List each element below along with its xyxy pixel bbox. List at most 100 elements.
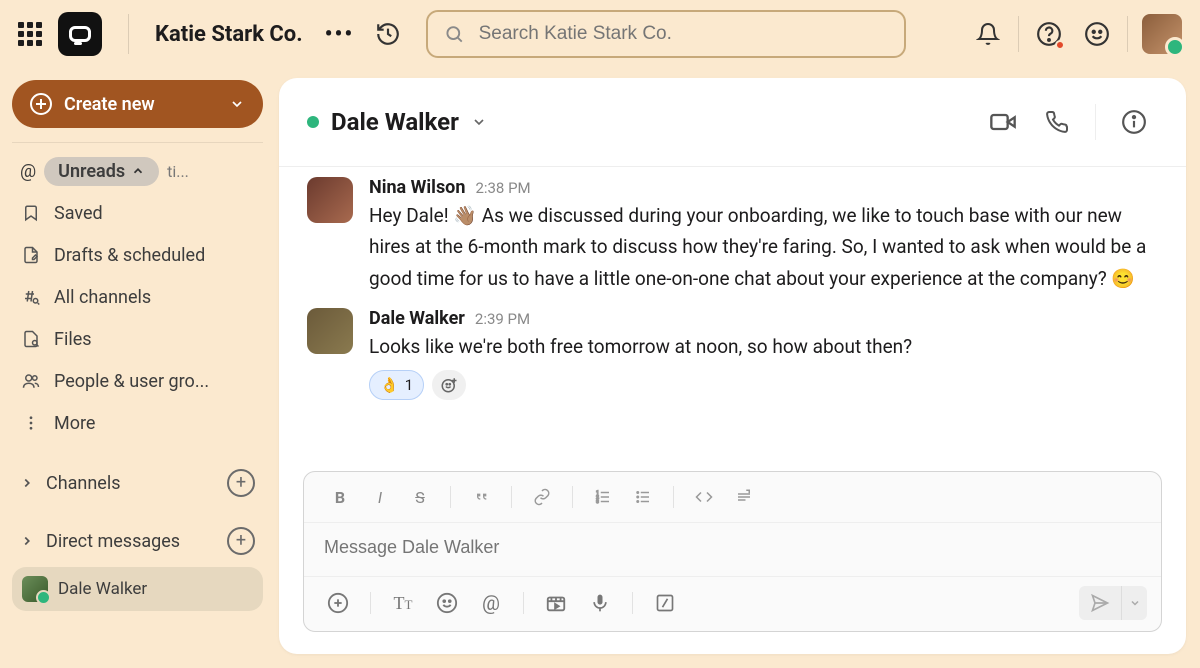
message-author[interactable]: Dale Walker bbox=[369, 308, 465, 329]
nav-label: All channels bbox=[54, 287, 151, 308]
link-button[interactable] bbox=[524, 482, 560, 512]
chat-actions bbox=[979, 98, 1158, 146]
workspace-menu-button[interactable]: ••• bbox=[325, 22, 355, 47]
bullet-list-button[interactable] bbox=[625, 482, 661, 512]
text-icon: TT bbox=[394, 593, 413, 614]
more-icon bbox=[20, 414, 42, 432]
reaction-count: 1 bbox=[405, 376, 413, 394]
dm-avatar bbox=[22, 576, 48, 602]
info-button[interactable] bbox=[1110, 98, 1158, 146]
composer-input-area[interactable] bbox=[304, 523, 1161, 576]
code-button[interactable] bbox=[686, 482, 722, 512]
ordered-list-button[interactable]: 123 bbox=[585, 482, 621, 512]
unreads-label: Unreads bbox=[58, 161, 125, 182]
divider bbox=[450, 486, 451, 508]
sidebar-item-drafts[interactable]: Drafts & scheduled bbox=[12, 235, 263, 275]
sidebar-item-all-channels[interactable]: All channels bbox=[12, 277, 263, 317]
dm-item-active[interactable]: Dale Walker bbox=[12, 567, 263, 611]
quote-icon bbox=[473, 489, 489, 505]
mention-button[interactable]: @ bbox=[471, 585, 511, 621]
message-author[interactable]: Nina Wilson bbox=[369, 177, 465, 198]
chevron-right-icon bbox=[20, 476, 36, 490]
history-icon[interactable] bbox=[370, 16, 406, 52]
message-avatar[interactable] bbox=[307, 308, 353, 354]
attach-toolbar: TT @ bbox=[304, 576, 1161, 631]
reaction-chip[interactable]: 👌 1 bbox=[369, 370, 424, 400]
strike-button[interactable]: S bbox=[402, 482, 438, 512]
bold-button[interactable]: B bbox=[322, 482, 358, 512]
send-button[interactable] bbox=[1079, 586, 1121, 620]
emoji-status-button[interactable] bbox=[1073, 10, 1121, 58]
nav-label: People & user gro... bbox=[54, 371, 209, 392]
topbar-right bbox=[964, 10, 1182, 58]
slash-box-icon bbox=[655, 593, 675, 613]
sidebar-item-more[interactable]: More bbox=[12, 403, 263, 443]
phone-call-button[interactable] bbox=[1033, 98, 1081, 146]
video-call-button[interactable] bbox=[979, 98, 1027, 146]
add-channel-button[interactable]: + bbox=[227, 469, 255, 497]
message-composer: B I S 123 TT @ bbox=[303, 471, 1162, 632]
smile-plus-icon bbox=[440, 376, 458, 394]
chat-title[interactable]: Dale Walker bbox=[331, 108, 459, 136]
reactions-bar: 👌 1 bbox=[369, 370, 1158, 400]
workspace-name[interactable]: Katie Stark Co. bbox=[155, 22, 303, 47]
smile-icon bbox=[436, 592, 458, 614]
shortcuts-button[interactable] bbox=[645, 585, 685, 621]
user-avatar[interactable] bbox=[1142, 14, 1182, 54]
sidebar-item-people[interactable]: People & user gro... bbox=[12, 361, 263, 401]
bell-icon bbox=[976, 22, 1000, 46]
search-box[interactable] bbox=[426, 10, 906, 58]
composer-input[interactable] bbox=[324, 537, 1141, 558]
message-avatar[interactable] bbox=[307, 177, 353, 223]
message-time: 2:38 PM bbox=[475, 179, 530, 197]
add-reaction-button[interactable] bbox=[432, 370, 466, 400]
nav-label: Files bbox=[54, 329, 92, 350]
help-button[interactable] bbox=[1025, 10, 1073, 58]
divider bbox=[12, 142, 263, 143]
message-list: Nina Wilson 2:38 PM Hey Dale! 👋🏽 As we d… bbox=[279, 167, 1186, 467]
send-options-button[interactable] bbox=[1121, 586, 1147, 620]
text-format-button[interactable]: TT bbox=[383, 585, 423, 621]
notifications-button[interactable] bbox=[964, 10, 1012, 58]
at-icon: @ bbox=[482, 591, 500, 615]
sidebar: Create new @ Unreads ti... Saved Drafts … bbox=[0, 68, 275, 668]
emoji-button[interactable] bbox=[427, 585, 467, 621]
chevron-down-icon[interactable] bbox=[471, 114, 487, 130]
sidebar-item-files[interactable]: Files bbox=[12, 319, 263, 359]
send-icon bbox=[1090, 593, 1110, 613]
italic-button[interactable]: I bbox=[362, 482, 398, 512]
hash-search-icon bbox=[20, 288, 42, 306]
unreads-pill[interactable]: Unreads bbox=[44, 157, 159, 186]
codeblock-icon bbox=[735, 488, 753, 506]
dms-section[interactable]: Direct messages + bbox=[12, 521, 263, 561]
codeblock-button[interactable] bbox=[726, 482, 762, 512]
bullet-list-icon bbox=[634, 488, 652, 506]
divider bbox=[1127, 16, 1128, 52]
divider bbox=[523, 592, 524, 614]
link-icon bbox=[533, 488, 551, 506]
workspace-logo[interactable] bbox=[58, 12, 102, 56]
video-clip-button[interactable] bbox=[536, 585, 576, 621]
sidebar-item-saved[interactable]: Saved bbox=[12, 193, 263, 233]
mentions-tail: ti... bbox=[167, 162, 189, 181]
chevron-down-icon bbox=[229, 96, 245, 112]
divider bbox=[1018, 16, 1019, 52]
mic-icon bbox=[590, 592, 610, 614]
create-new-label: Create new bbox=[64, 94, 155, 115]
info-icon bbox=[1121, 109, 1147, 135]
search-input[interactable] bbox=[479, 23, 889, 45]
quote-button[interactable] bbox=[463, 482, 499, 512]
divider bbox=[1095, 104, 1096, 140]
sidebar-item-mentions[interactable]: @ Unreads ti... bbox=[12, 151, 263, 191]
dm-name: Dale Walker bbox=[58, 579, 147, 599]
divider bbox=[632, 592, 633, 614]
add-dm-button[interactable]: + bbox=[227, 527, 255, 555]
divider bbox=[572, 486, 573, 508]
people-icon bbox=[20, 372, 42, 390]
create-new-button[interactable]: Create new bbox=[12, 80, 263, 128]
divider bbox=[128, 14, 129, 54]
audio-clip-button[interactable] bbox=[580, 585, 620, 621]
attach-plus-button[interactable] bbox=[318, 585, 358, 621]
channels-section[interactable]: Channels + bbox=[12, 463, 263, 503]
apps-grid-icon[interactable] bbox=[18, 22, 42, 46]
